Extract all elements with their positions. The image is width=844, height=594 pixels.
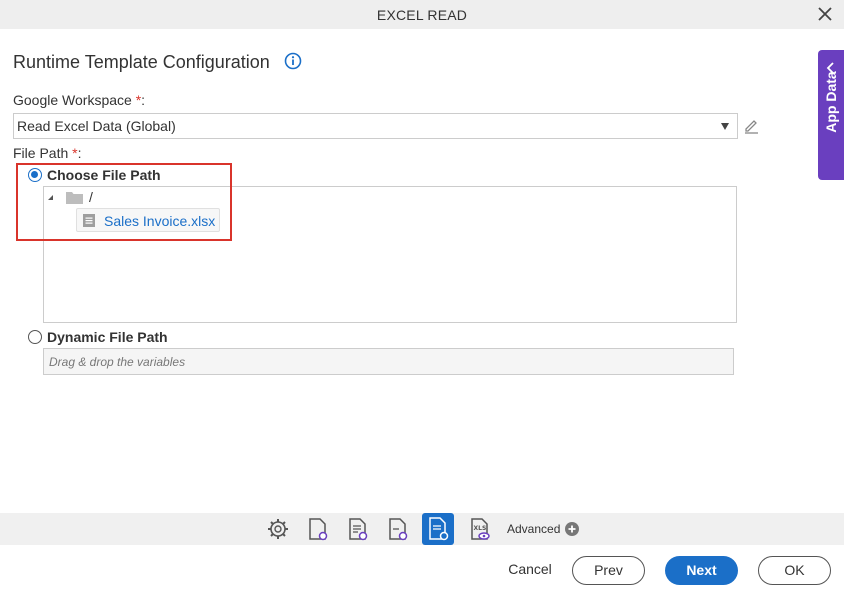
dynamic-file-path-label: Dynamic File Path: [47, 329, 168, 345]
dynamic-file-path-input[interactable]: Drag & drop the variables: [43, 348, 734, 375]
dynamic-file-path-placeholder: Drag & drop the variables: [49, 355, 186, 369]
app-data-label: App Data: [823, 71, 839, 133]
app-data-tab[interactable]: App Data: [818, 50, 844, 180]
choose-file-path-radio[interactable]: [28, 168, 42, 182]
close-icon[interactable]: [818, 7, 832, 21]
advanced-label[interactable]: Advanced: [507, 522, 560, 536]
google-workspace-label: Google Workspace *:: [13, 92, 146, 108]
cancel-button[interactable]: Cancel: [498, 561, 562, 577]
tree-collapse-icon[interactable]: [48, 195, 53, 200]
plus-circle-icon[interactable]: [565, 522, 579, 536]
svg-text:XLS: XLS: [474, 525, 487, 532]
tree-root-label[interactable]: /: [89, 189, 93, 205]
bottom-toolbar: XLS Advanced: [0, 513, 844, 545]
prev-button[interactable]: Prev: [572, 556, 645, 585]
choose-file-path-label: Choose File Path: [47, 167, 161, 183]
gear-icon[interactable]: [264, 515, 292, 543]
title-bar: EXCEL READ: [0, 0, 844, 29]
file-settings-alt-icon[interactable]: [384, 515, 412, 543]
tree-file-node[interactable]: Sales Invoice.xlsx: [76, 208, 220, 232]
file-settings-icon[interactable]: [304, 515, 332, 543]
dynamic-file-path-radio[interactable]: [28, 330, 42, 344]
file-active-settings-icon[interactable]: [422, 513, 454, 545]
file-list-settings-icon[interactable]: [344, 515, 372, 543]
file-icon: [83, 214, 95, 227]
google-workspace-value: Read Excel Data (Global): [17, 118, 176, 134]
window-title: EXCEL READ: [376, 7, 468, 23]
pencil-icon[interactable]: [743, 117, 760, 134]
page-title: Runtime Template Configuration: [13, 52, 270, 72]
tree-file-label: Sales Invoice.xlsx: [104, 213, 216, 229]
info-icon[interactable]: [284, 52, 302, 70]
ok-button[interactable]: OK: [758, 556, 831, 585]
google-workspace-select[interactable]: Read Excel Data (Global): [13, 113, 738, 139]
xls-view-icon[interactable]: XLS: [466, 515, 494, 543]
dropdown-arrow-icon: [721, 123, 729, 130]
next-button[interactable]: Next: [665, 556, 738, 585]
file-tree[interactable]: [43, 186, 737, 323]
file-path-label: File Path *:: [13, 145, 82, 161]
folder-icon: [66, 192, 83, 204]
